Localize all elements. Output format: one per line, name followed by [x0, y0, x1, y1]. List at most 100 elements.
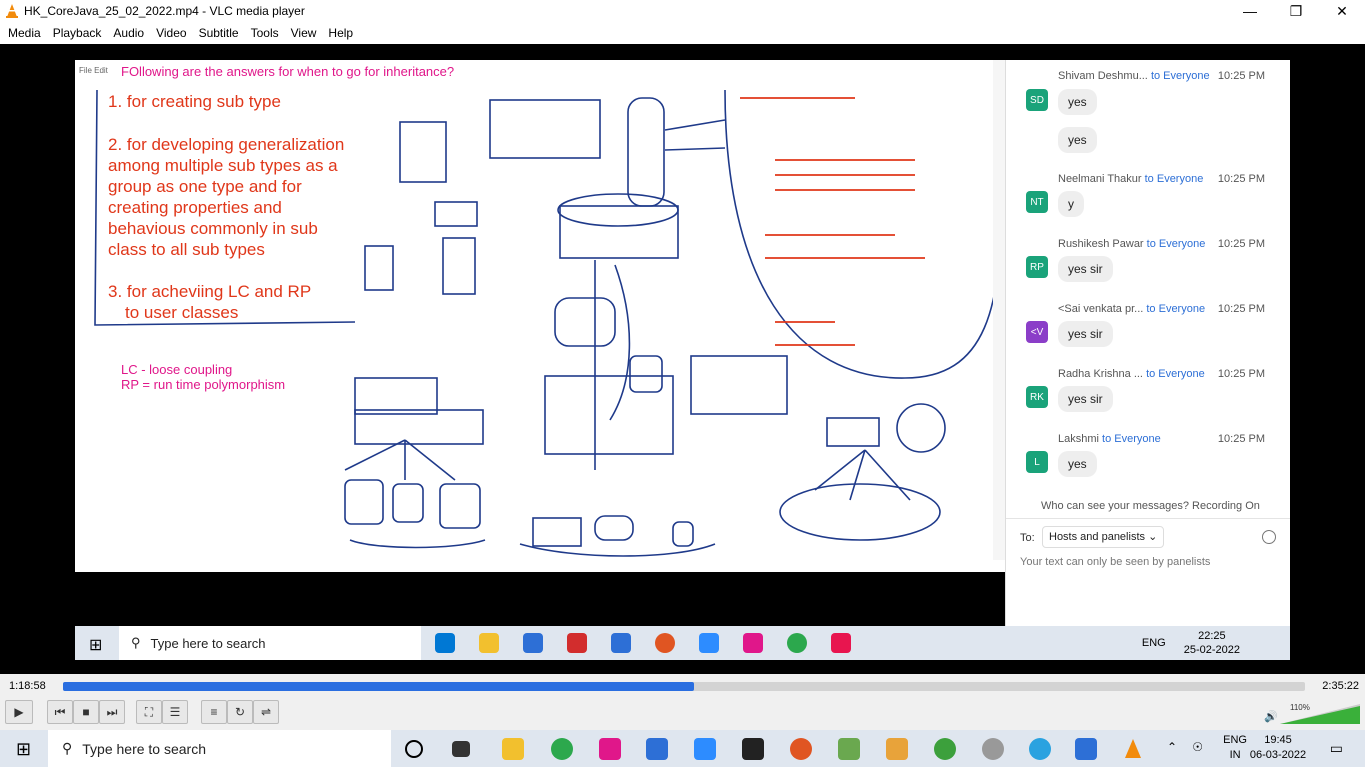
telegram-icon[interactable]: [1029, 738, 1051, 760]
point-2-line-5: behavious commonly in sub: [108, 219, 318, 238]
previous-button[interactable]: ⏮: [47, 700, 73, 724]
recorded-search-box: ⚲ Type here to search: [119, 626, 421, 660]
taskbar-search-placeholder: Type here to search: [82, 740, 207, 757]
zoom-icon: [699, 633, 719, 653]
record-icon[interactable]: [790, 738, 812, 760]
message-bubble: yes sir: [1058, 386, 1113, 412]
point-2-line-2: among multiple sub types as a: [108, 156, 338, 175]
chrome-icon[interactable]: [551, 738, 573, 760]
menu-video[interactable]: Video: [156, 26, 186, 40]
file-explorer-icon[interactable]: [502, 738, 524, 760]
whiteboard-scrollbar[interactable]: [993, 60, 1005, 560]
recipient: to Everyone: [1144, 173, 1204, 185]
recorded-lang: ENG: [1141, 637, 1166, 649]
maximize-button[interactable]: ❐: [1273, 0, 1319, 22]
inheritance-question: FOllowing are the answers for when to go…: [121, 64, 455, 79]
chat-message: Radha Krishna ... to Everyone 10:25 PM RK…: [1006, 368, 1290, 428]
minimize-button[interactable]: —: [1227, 0, 1273, 22]
chat-message: Rushikesh Pawar to Everyone 10:25 PM RP y…: [1006, 238, 1290, 298]
snip-icon[interactable]: [599, 738, 621, 760]
chevron-up-icon[interactable]: ⌃: [1167, 740, 1177, 754]
chrome-icon: [787, 633, 807, 653]
rp-definition: RP = run time polymorphism: [121, 377, 286, 392]
menu-media[interactable]: Media: [8, 26, 41, 40]
menu-subtitle[interactable]: Subtitle: [199, 26, 239, 40]
point-2-line-4: creating properties and: [108, 198, 282, 217]
point-2-line-3: group as one type and for: [108, 177, 302, 196]
taskbar-lang-top: ENG: [1223, 734, 1247, 746]
window-title: HK_CoreJava_25_02_2022.mp4 - VLC media p…: [24, 4, 305, 18]
menu-view[interactable]: View: [291, 26, 317, 40]
seek-bar[interactable]: [63, 682, 1305, 691]
recipient: to Everyone: [1146, 238, 1206, 250]
cortana-icon[interactable]: [405, 740, 423, 758]
fullscreen-button[interactable]: ⛶: [136, 700, 162, 724]
sender-name: Lakshmi: [1058, 433, 1099, 445]
shuffle-button[interactable]: ⇌: [253, 700, 279, 724]
lc-definition: LC - loose coupling: [121, 362, 233, 377]
emoji-icon[interactable]: [1262, 530, 1276, 544]
chat-divider: [1006, 518, 1290, 519]
point-2-line-6: class to all sub types: [108, 240, 265, 259]
chevron-down-icon: ⌄: [1148, 531, 1158, 543]
sender-name: <Sai venkata pr...: [1058, 303, 1144, 315]
menu-playback[interactable]: Playback: [53, 26, 102, 40]
loop-button[interactable]: ↻: [227, 700, 253, 724]
sender-name: Rushikesh Pawar: [1058, 238, 1144, 250]
extended-settings-button[interactable]: ☰: [162, 700, 188, 724]
volume-icon[interactable]: 🔊: [1264, 710, 1278, 723]
chart-app-icon[interactable]: [838, 738, 860, 760]
point-3-line-1: 3. for acheviing LC and RP: [108, 282, 312, 301]
windows-start-button[interactable]: ⊞: [16, 739, 31, 760]
paint-icon[interactable]: [886, 738, 908, 760]
task-view-icon[interactable]: [452, 741, 470, 757]
menu-audio[interactable]: Audio: [113, 26, 144, 40]
next-button[interactable]: ⏭: [99, 700, 125, 724]
screen-recorder-icon: [831, 633, 851, 653]
chat-input[interactable]: Your text can only be seen by panelists: [1020, 556, 1210, 568]
taskbar-search-box[interactable]: ⚲ Type here to search: [48, 730, 391, 767]
menu-help[interactable]: Help: [328, 26, 353, 40]
search-icon: ⚲: [131, 635, 141, 650]
green-app-icon[interactable]: [934, 738, 956, 760]
gift-icon: [567, 633, 587, 653]
clock-app-icon[interactable]: [982, 738, 1004, 760]
playlist-button[interactable]: ≡: [201, 700, 227, 724]
to-label: To:: [1020, 532, 1035, 544]
taskbar-clock[interactable]: 19:45 06-03-2022: [1247, 733, 1309, 763]
message-bubble: yes: [1058, 451, 1097, 477]
stop-button[interactable]: ■: [73, 700, 99, 724]
recipient: to Everyone: [1146, 303, 1206, 315]
whiteboard: File Edit FOllowing are the answers for …: [75, 60, 1005, 572]
play-button[interactable]: ▶: [5, 700, 33, 724]
point-3-line-2: to user classes: [125, 303, 239, 322]
store-icon: [523, 633, 543, 653]
chat-message: <Sai venkata pr... to Everyone 10:25 PM <…: [1006, 303, 1290, 363]
chat-message: Neelmani Thakur to Everyone 10:25 PM NT y: [1006, 173, 1290, 233]
message-time: 10:25 PM: [1217, 238, 1265, 250]
message-bubble: yes: [1058, 127, 1097, 153]
wifi-icon[interactable]: ☉: [1192, 740, 1203, 754]
message-bubble: y: [1058, 191, 1084, 217]
windows-start-icon: ⊞: [89, 637, 103, 654]
recorded-clock-time: 22:25: [1198, 630, 1226, 642]
notification-icon[interactable]: ▭: [1330, 740, 1343, 757]
vlc-cone-icon: [6, 4, 18, 18]
menu-tools[interactable]: Tools: [251, 26, 279, 40]
taskbar-date: 06-03-2022: [1249, 749, 1307, 761]
recipient-dropdown[interactable]: Hosts and panelists ⌄: [1042, 526, 1165, 548]
snip-icon: [743, 633, 763, 653]
volume-slider[interactable]: [1280, 704, 1360, 724]
video-frame: File Edit FOllowing are the answers for …: [75, 60, 1290, 660]
sticky-notes-icon[interactable]: [742, 738, 764, 760]
recorded-search-placeholder: Type here to search: [150, 635, 266, 651]
zoom-icon[interactable]: [694, 738, 716, 760]
message-time: 10:25 PM: [1217, 303, 1265, 315]
photos-icon[interactable]: [1075, 738, 1097, 760]
seek-bar-progress: [63, 682, 694, 691]
who-can-see-link[interactable]: Who can see your messages? Recording On: [1041, 500, 1260, 512]
store-icon[interactable]: [646, 738, 668, 760]
vlc-taskbar-icon[interactable]: [1122, 738, 1144, 760]
close-button[interactable]: ✕: [1319, 0, 1365, 22]
recorded-clock-date: 25-02-2022: [1183, 644, 1240, 656]
